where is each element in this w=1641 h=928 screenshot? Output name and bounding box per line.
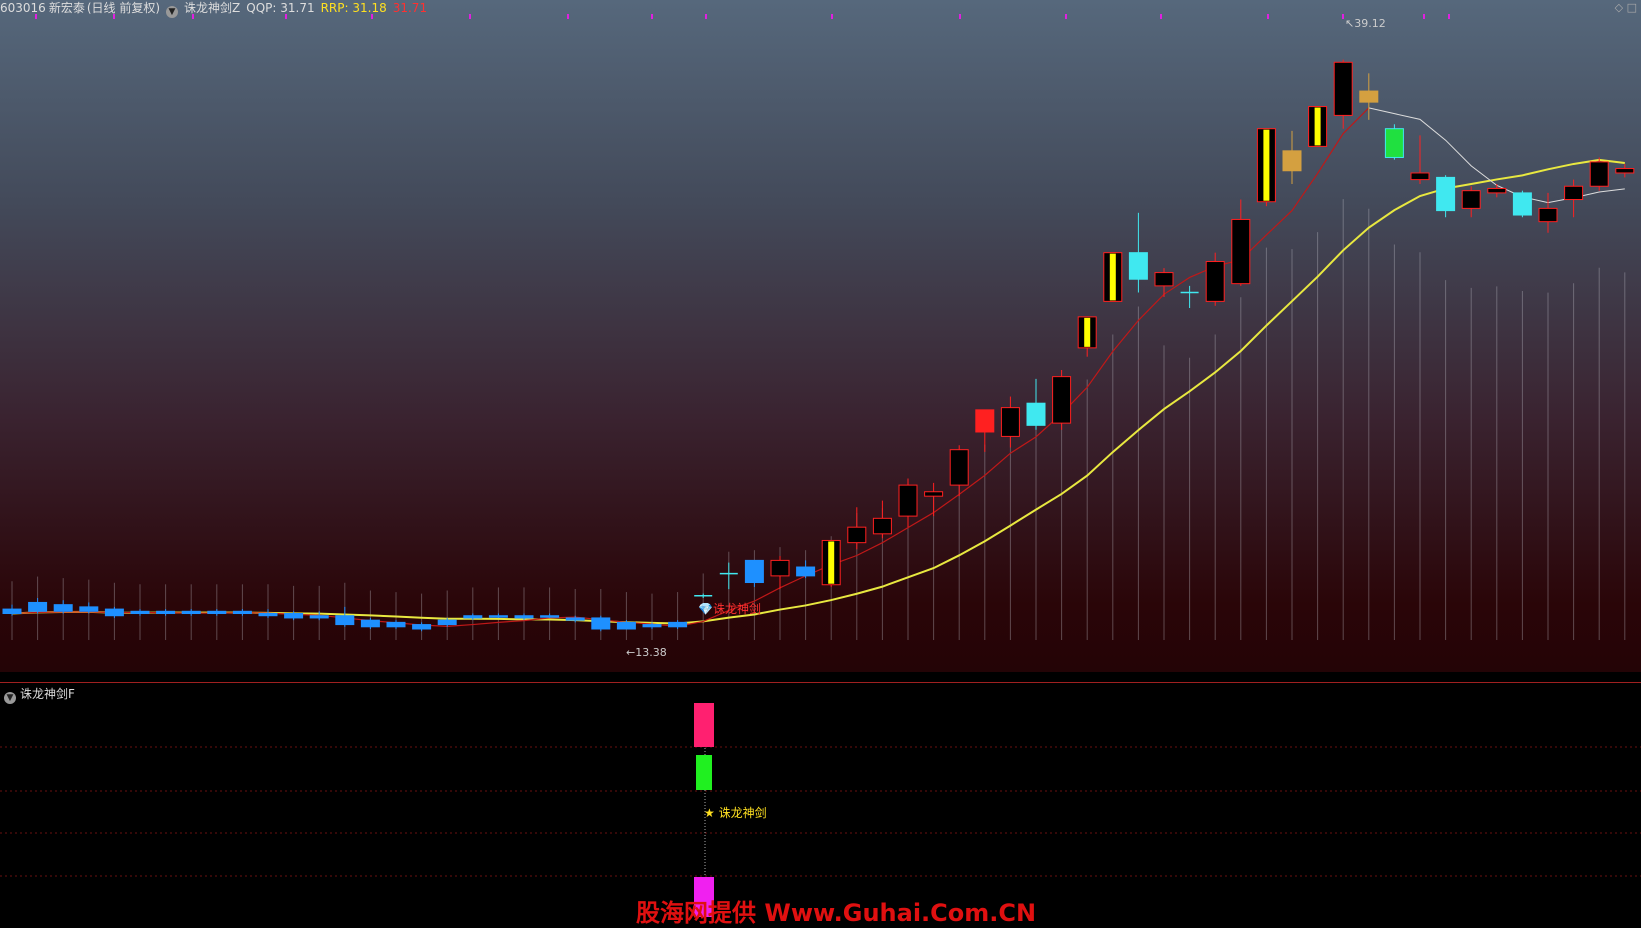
indicator-dropdown-icon[interactable]: ▼ [166, 6, 179, 18]
candle-body [744, 559, 764, 584]
candle-body [949, 449, 969, 486]
candle-body [540, 615, 560, 618]
candle-body [207, 610, 227, 615]
candlestick-chart [2, 14, 1635, 640]
candle-body [104, 608, 124, 617]
candle-body [335, 615, 355, 626]
candle-body [591, 617, 611, 630]
watermark-text: 股海网提供 Www.Guhai.Com.CN [636, 899, 1037, 927]
candle-yellow-stripe [1084, 317, 1091, 347]
candle-body [898, 484, 918, 517]
sub-panel-title[interactable]: ▼ 诛龙神剑F [4, 685, 75, 704]
candle-body [1487, 187, 1507, 194]
ma-long-line [11, 158, 1625, 625]
candle-body [360, 619, 380, 628]
candle-body [1026, 402, 1046, 426]
candle-body [975, 409, 995, 433]
candle-body [1589, 161, 1609, 187]
candle-body [181, 610, 201, 615]
candle-body [642, 624, 662, 628]
high-price-label: ↖39.12 [1345, 17, 1386, 30]
star-icon: ★ [704, 806, 715, 820]
candle-body [1333, 61, 1353, 116]
candle-body [565, 617, 585, 621]
candle-body [386, 621, 406, 628]
candle-yellow-stripe [828, 541, 835, 584]
indicator-sub-panel[interactable]: ▼ 诛龙神剑F ★ 诛龙神剑 [0, 683, 1641, 926]
sub-signal-label: ★ 诛龙神剑 [704, 806, 767, 820]
candle-body [924, 491, 944, 497]
candle-body [1359, 90, 1379, 103]
candle-body [1384, 128, 1404, 158]
sub-dropdown-icon[interactable]: ▼ [4, 692, 16, 704]
candle-body [130, 610, 150, 615]
low-price-label: ←13.38 [626, 646, 667, 659]
candle-body [232, 610, 252, 615]
candle-body [28, 601, 48, 612]
candle-body [1052, 376, 1072, 424]
candle-yellow-stripe [1109, 253, 1116, 301]
candle-body [872, 517, 892, 535]
candle-yellow-stripe [1314, 107, 1321, 146]
stock-name: 新宏泰 [48, 1, 85, 15]
buy-signal-label: 💎诛龙神剑 [698, 602, 761, 616]
chart-header: 603016 新宏泰 (日线 前复权) ▼ 诛龙神剑Z QQP: 31.71 RRP: 31… [0, 0, 433, 18]
candle-body [1282, 150, 1302, 172]
candle-body [309, 615, 329, 619]
candle-body [1410, 172, 1430, 181]
candle-body [412, 624, 432, 630]
signal-bar-pink [694, 703, 714, 747]
candle-body [1231, 218, 1251, 285]
rrp-value: RRP: 31.18 [320, 1, 387, 15]
period-label: (日线 前复权) [86, 1, 161, 15]
candle-body [463, 615, 483, 619]
candle-body [1154, 272, 1174, 287]
candle-body [53, 604, 73, 612]
candle-body [437, 619, 457, 626]
candle-body [1128, 252, 1148, 280]
candle-body [488, 615, 508, 618]
ma-short-line [11, 107, 1370, 627]
candle-body [1000, 407, 1020, 437]
candle-yellow-stripe [1263, 129, 1270, 201]
candle-body [1538, 207, 1558, 223]
candle-body [514, 615, 534, 619]
extra-value: 31.71 [392, 1, 428, 15]
candle-body [284, 613, 304, 619]
candle-body [156, 610, 176, 615]
stock-code: 603016 [0, 1, 46, 15]
candle-body [616, 621, 636, 630]
candle-body [1615, 168, 1635, 174]
indicator-name[interactable]: 诛龙神剑Z [184, 1, 240, 15]
candle-body [668, 621, 688, 628]
candle-body [1436, 176, 1456, 212]
candle-body [1205, 261, 1225, 302]
candle-body [2, 608, 22, 615]
candle-body [847, 526, 867, 544]
gem-icon: 💎 [698, 602, 713, 616]
candle-body [770, 559, 790, 577]
candle-body [1564, 185, 1584, 201]
qqp-value: QQP: 31.71 [246, 1, 315, 15]
candle-body [1512, 192, 1532, 216]
signal-bar-green [696, 755, 712, 790]
candle-body [1461, 190, 1481, 209]
indicator-chart [0, 703, 1641, 923]
main-chart-panel[interactable]: 603016 新宏泰 (日线 前复权) ▼ 诛龙神剑Z QQP: 31.71 RRP: 31… [0, 0, 1641, 672]
candle-body [258, 613, 278, 617]
candle-body [796, 566, 816, 577]
candle-body [79, 606, 99, 612]
